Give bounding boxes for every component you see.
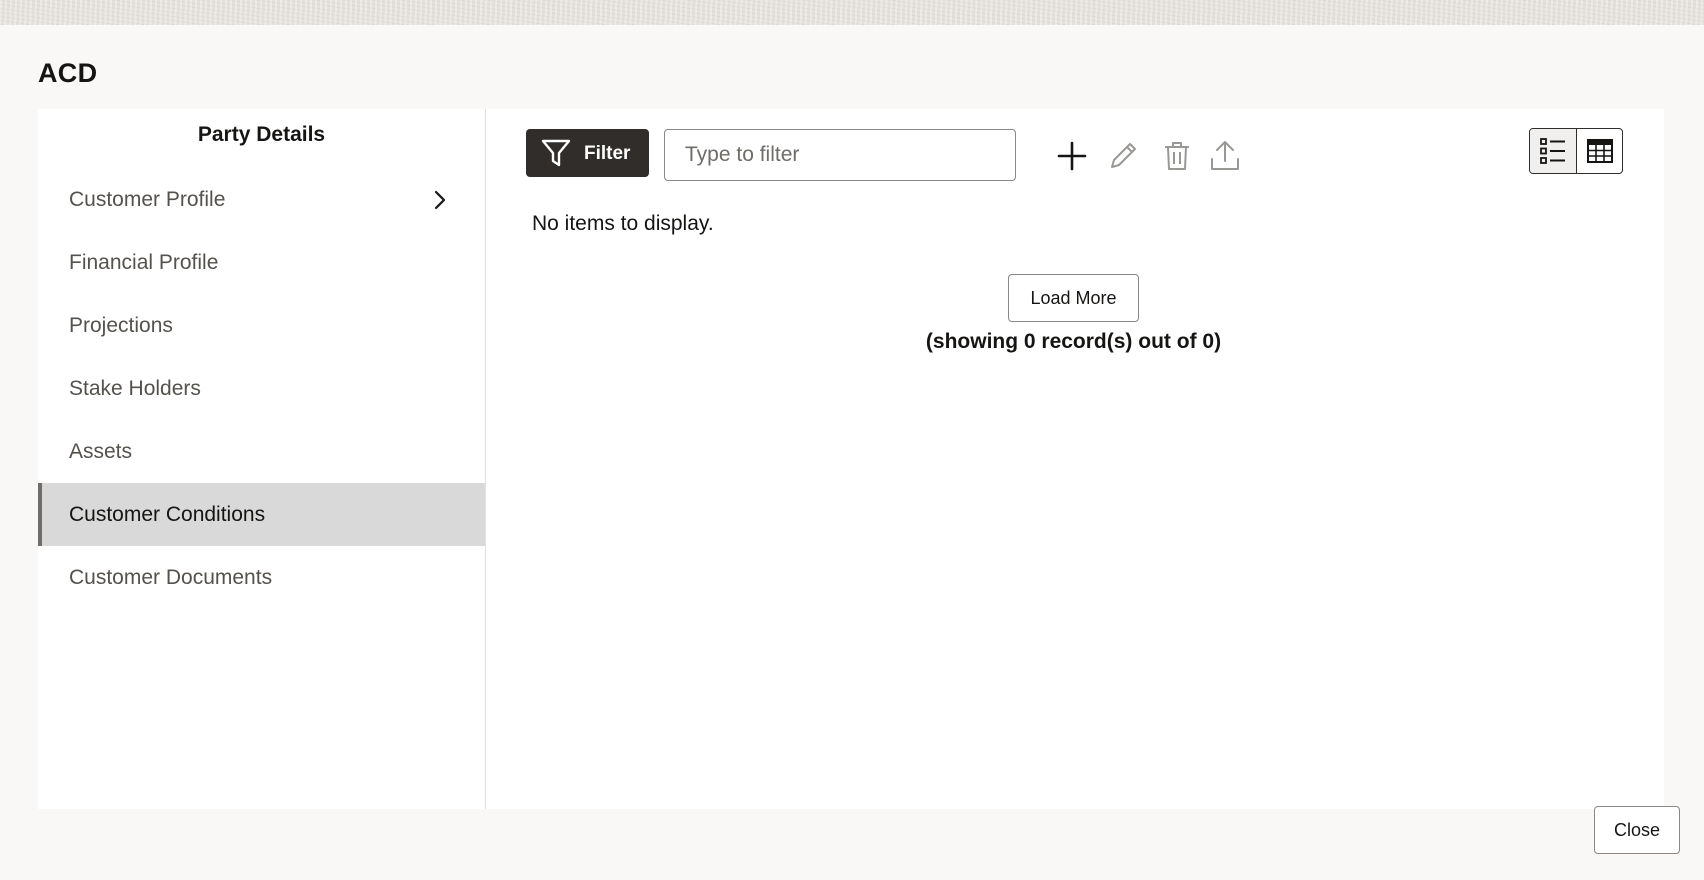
nav-item-assets[interactable]: Assets xyxy=(38,420,485,483)
edit-icon[interactable] xyxy=(1106,139,1140,173)
nav-item-projections[interactable]: Projections xyxy=(38,294,485,357)
nav-item-stake-holders[interactable]: Stake Holders xyxy=(38,357,485,420)
filter-input[interactable] xyxy=(664,129,1016,181)
nav-item-customer-profile[interactable]: Customer Profile xyxy=(38,168,485,231)
load-more-button[interactable]: Load More xyxy=(1008,274,1139,322)
background-strip xyxy=(0,0,1704,25)
upload-icon[interactable] xyxy=(1208,139,1242,173)
nav-item-label: Assets xyxy=(69,440,133,463)
list-view-icon xyxy=(1540,138,1565,164)
filter-icon xyxy=(541,139,571,167)
filter-button[interactable]: Filter xyxy=(526,129,649,177)
chevron-right-icon xyxy=(434,190,446,210)
nav-item-label: Projections xyxy=(69,314,173,337)
view-toggle xyxy=(1529,128,1623,174)
add-icon[interactable] xyxy=(1055,139,1089,173)
nav-list: Customer Profile Financial Profile Proje… xyxy=(38,168,485,609)
nav-item-label: Financial Profile xyxy=(69,251,219,274)
nav-item-customer-documents[interactable]: Customer Documents xyxy=(38,546,485,609)
delete-icon[interactable] xyxy=(1160,139,1194,173)
records-summary: (showing 0 record(s) out of 0) xyxy=(925,330,1222,353)
nav-item-label: Customer Conditions xyxy=(69,503,266,526)
nav-heading: Party Details xyxy=(197,123,326,146)
nav-item-customer-conditions[interactable]: Customer Conditions xyxy=(38,483,485,546)
dialog-content: Party Details Customer Profile Financial… xyxy=(38,109,1664,809)
close-button[interactable]: Close xyxy=(1594,806,1680,854)
nav-item-label: Customer Documents xyxy=(69,566,273,589)
empty-message: No items to display. xyxy=(532,212,714,235)
acd-dialog: ACD Party Details Customer Profile Finan… xyxy=(0,25,1704,880)
filter-button-label: Filter xyxy=(584,143,631,164)
table-view-icon xyxy=(1587,139,1613,163)
conditions-panel: Filter Type to filter No items to displa… xyxy=(486,109,1664,809)
party-details-nav: Party Details Customer Profile Financial… xyxy=(38,109,486,809)
nav-item-financial-profile[interactable]: Financial Profile xyxy=(38,231,485,294)
table-view-button[interactable] xyxy=(1577,129,1622,173)
nav-item-label: Stake Holders xyxy=(69,377,201,400)
nav-item-label: Customer Profile xyxy=(69,188,226,211)
list-view-button[interactable] xyxy=(1530,129,1577,173)
dialog-title: ACD xyxy=(38,58,98,88)
